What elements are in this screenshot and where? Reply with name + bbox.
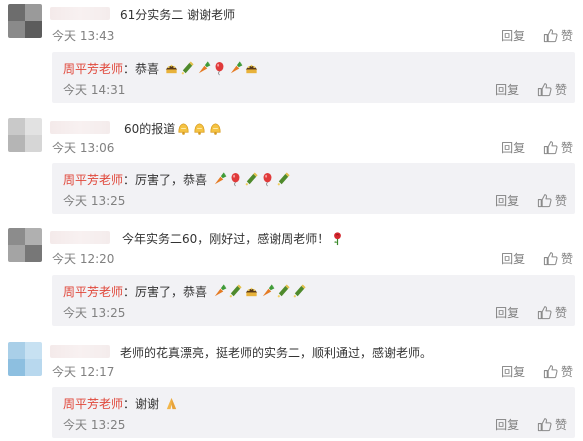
comment-text: 老师的花真漂亮，挺老师的实务二，顺利通过，感谢老师。 [120,346,433,360]
reply-actions: 回复 赞 [495,81,567,99]
reply-button[interactable]: 回复 [495,192,519,210]
username-blurred[interactable] [50,345,110,358]
bottle-emoji-icon [292,284,307,299]
balloon-emoji-icon [212,61,227,76]
like-label: 赞 [560,141,573,155]
comment-actions: 回复 赞 [501,363,573,381]
carrot-emoji-icon [196,61,211,76]
bell-emoji-icon [176,121,191,136]
username-blurred[interactable] [50,231,110,244]
reply-box: 周平芳老师：厉害了，恭喜 今天 13:25 回复 赞 [52,163,575,214]
like-button[interactable]: 赞 [537,192,567,210]
like-button[interactable]: 赞 [543,27,573,45]
reply-button[interactable]: 回复 [501,363,525,381]
thumbs-up-icon [537,82,552,97]
like-label: 赞 [554,194,567,208]
reply-content: 周平芳老师：厉害了，恭喜 [63,172,291,188]
reply-author-link[interactable]: 周平芳老师 [63,62,123,76]
reply-button[interactable]: 回复 [501,27,525,45]
like-button[interactable]: 赞 [537,304,567,322]
carrot-emoji-icon [260,284,275,299]
reply-time: 今天 13:25 [63,418,126,432]
comment-time: 今天 12:17 [52,365,115,379]
bottle-emoji-icon [276,172,291,187]
rose-emoji-icon [330,231,345,246]
thumbs-up-icon [543,251,558,266]
cake-emoji-icon [244,61,259,76]
thumbs-up-icon [543,140,558,155]
comment-actions: 回复 赞 [501,250,573,268]
bell-emoji-icon [208,121,223,136]
avatar[interactable] [8,118,42,152]
reply-text: ：恭喜 [123,62,160,76]
thumbs-up-icon [543,28,558,43]
balloon-emoji-icon [228,172,243,187]
reply-time: 今天 13:25 [63,194,126,208]
comment-time: 今天 13:06 [52,141,115,155]
reply-button[interactable]: 回复 [501,139,525,157]
carrot-emoji-icon [228,61,243,76]
thumbs-up-icon [543,364,558,379]
comment-text: 61分实务二 谢谢老师 [120,8,236,22]
comment-time: 今天 12:20 [52,252,115,266]
reply-button[interactable]: 回复 [501,250,525,268]
bell-emoji-icon [192,121,207,136]
username-blurred[interactable] [50,7,110,20]
reply-box: 周平芳老师：厉害了，恭喜 今天 13:25 回复 赞 [52,275,575,326]
reply-text: ：厉害了，恭喜 [123,285,208,299]
reply-author-link[interactable]: 周平芳老师 [63,397,123,411]
thumbs-up-icon [537,193,552,208]
balloon-emoji-icon [260,172,275,187]
reply-button[interactable]: 回复 [495,416,519,434]
comment-actions: 回复 赞 [501,27,573,45]
reply-content: 周平芳老师：厉害了，恭喜 [63,284,307,300]
reply-text: ：谢谢 [123,397,160,411]
bottle-emoji-icon [276,284,291,299]
thumbs-up-icon [537,305,552,320]
reply-box: 周平芳老师：恭喜 今天 14:31 回复 赞 [52,52,575,103]
like-label: 赞 [560,252,573,266]
like-button[interactable]: 赞 [543,250,573,268]
like-label: 赞 [554,418,567,432]
reply-author-link[interactable]: 周平芳老师 [63,173,123,187]
like-button[interactable]: 赞 [537,81,567,99]
comment-text: 今年实务二60，刚好过，感谢周老师！ [122,231,345,247]
comment-time: 今天 13:43 [52,29,115,43]
carrot-emoji-icon [212,284,227,299]
avatar[interactable] [8,342,42,376]
bottle-emoji-icon [180,61,195,76]
reply-actions: 回复 赞 [495,416,567,434]
cake-emoji-icon [164,61,179,76]
carrot-emoji-icon [212,172,227,187]
like-label: 赞 [554,306,567,320]
reply-box: 周平芳老师：谢谢 今天 13:25 回复 赞 [52,387,575,438]
bottle-emoji-icon [244,172,259,187]
reply-content: 周平芳老师：谢谢 [63,396,179,412]
like-button[interactable]: 赞 [543,363,573,381]
like-label: 赞 [560,365,573,379]
reply-time: 今天 13:25 [63,306,126,320]
reply-author-link[interactable]: 周平芳老师 [63,285,123,299]
bottle-emoji-icon [228,284,243,299]
pray-emoji-icon [164,396,179,411]
reply-actions: 回复 赞 [495,304,567,322]
like-label: 赞 [560,29,573,43]
reply-button[interactable]: 回复 [495,81,519,99]
like-label: 赞 [554,83,567,97]
like-button[interactable]: 赞 [537,416,567,434]
username-blurred[interactable] [50,121,110,134]
cake-emoji-icon [244,284,259,299]
like-button[interactable]: 赞 [543,139,573,157]
thumbs-up-icon [537,417,552,432]
avatar[interactable] [8,4,42,38]
reply-button[interactable]: 回复 [495,304,519,322]
reply-actions: 回复 赞 [495,192,567,210]
comment-text: 60的报道 [124,121,223,137]
reply-time: 今天 14:31 [63,83,126,97]
reply-text: ：厉害了，恭喜 [123,173,208,187]
comment-actions: 回复 赞 [501,139,573,157]
avatar[interactable] [8,228,42,262]
reply-content: 周平芳老师：恭喜 [63,61,259,77]
